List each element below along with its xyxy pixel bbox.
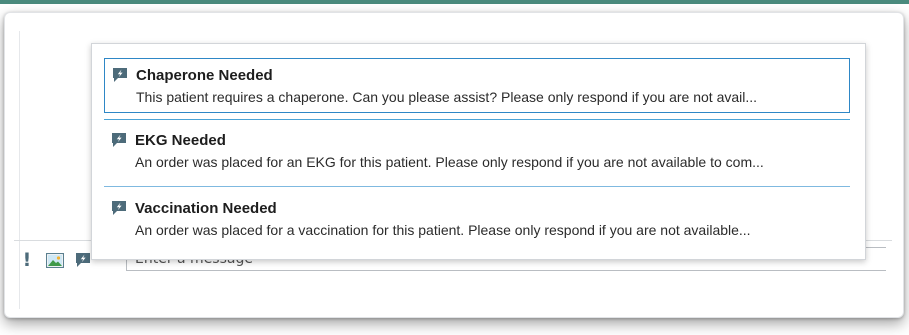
quick-message-icon [76, 253, 90, 267]
item-header: Vaccination Needed [110, 198, 850, 218]
insert-image-button[interactable] [46, 249, 64, 271]
item-title: Chaperone Needed [136, 66, 273, 84]
item-separator [104, 119, 850, 120]
image-icon [46, 252, 64, 268]
item-header: EKG Needed [110, 130, 850, 150]
item-description: An order was placed for an EKG for this … [135, 154, 764, 170]
item-separator [104, 186, 850, 187]
quick-message-icon [113, 68, 127, 82]
quick-message-icon [112, 201, 126, 215]
quick-message-item-vaccination[interactable]: Vaccination Needed An order was placed f… [104, 192, 850, 252]
item-title: Vaccination Needed [135, 199, 277, 217]
priority-button[interactable]: ! [18, 249, 36, 271]
quick-message-item-chaperone[interactable]: Chaperone Needed This patient requires a… [104, 58, 850, 113]
item-header: Chaperone Needed [111, 65, 849, 85]
composer-toolbar: ! [18, 247, 92, 273]
item-description: An order was placed for a vaccination fo… [135, 222, 751, 238]
quick-message-button[interactable] [74, 249, 92, 271]
quick-message-item-ekg[interactable]: EKG Needed An order was placed for an EK… [104, 124, 850, 184]
exclamation-icon: ! [22, 248, 32, 271]
quick-message-icon [112, 133, 126, 147]
quick-message-popup: Chaperone Needed This patient requires a… [91, 43, 866, 260]
item-description: This patient requires a chaperone. Can y… [136, 89, 758, 105]
top-accent-rule [0, 0, 909, 4]
item-title: EKG Needed [135, 131, 226, 149]
